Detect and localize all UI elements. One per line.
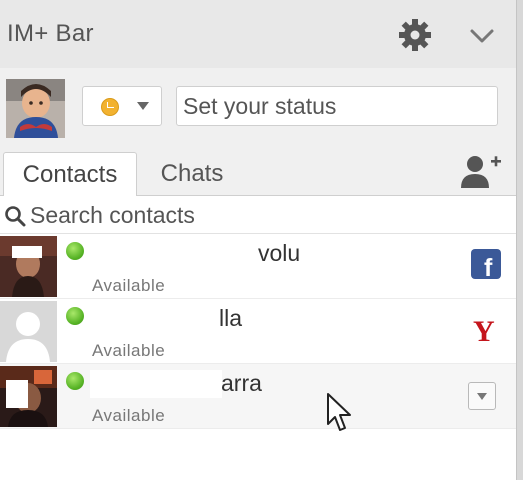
mouse-cursor-icon: [327, 393, 351, 431]
caret-down-icon: [137, 102, 149, 110]
status-input[interactable]: [176, 86, 498, 126]
contact-status: Available: [92, 406, 166, 425]
contact-name: lla: [219, 305, 243, 331]
chevron-down-icon[interactable]: [466, 20, 498, 52]
search-icon: [5, 206, 26, 227]
contact-name: volu: [258, 240, 301, 266]
im-plus-bar-window: IM+ Bar Set your status Contacts Chats S…: [0, 0, 516, 480]
yahoo-icon: Y: [473, 315, 495, 347]
status-row: [0, 68, 516, 148]
header-bar: IM+ Bar: [0, 0, 516, 68]
caret-down-icon: [477, 393, 487, 400]
svg-text:Y: Y: [473, 315, 495, 347]
avatar[interactable]: [6, 79, 65, 138]
tab-contacts[interactable]: Contacts: [3, 152, 137, 197]
online-status-icon: [66, 242, 84, 260]
contact-row[interactable]: volu Available f: [0, 234, 516, 299]
avatar: [0, 236, 57, 297]
redacted-name: [90, 240, 256, 268]
search-bar: [0, 196, 516, 234]
contact-status: Available: [92, 341, 166, 360]
facebook-icon: f: [471, 249, 501, 279]
redacted-name: [90, 305, 220, 333]
online-status-icon: [66, 307, 84, 325]
contact-row[interactable]: lla Available Y: [0, 299, 516, 364]
search-input[interactable]: [30, 199, 500, 231]
presence-dropdown[interactable]: [82, 86, 162, 126]
app-title: IM+ Bar: [7, 20, 94, 47]
contact-menu-button[interactable]: [468, 382, 496, 410]
contact-status: Available: [92, 276, 166, 295]
tab-bar: Contacts Chats: [0, 148, 516, 197]
contact-row[interactable]: arra Available: [0, 364, 516, 429]
avatar: [0, 301, 57, 362]
svg-text:f: f: [484, 254, 493, 279]
contact-name: arra: [221, 370, 262, 396]
online-status-icon: [66, 372, 84, 390]
tab-chats[interactable]: Chats: [150, 152, 234, 196]
avatar: [0, 366, 57, 427]
window-edge: [516, 0, 523, 480]
add-person-icon[interactable]: [458, 154, 502, 190]
gear-icon[interactable]: [397, 17, 433, 53]
redacted-name: [90, 370, 222, 398]
clock-hands: [107, 102, 114, 108]
avatar-photo: [6, 79, 65, 138]
